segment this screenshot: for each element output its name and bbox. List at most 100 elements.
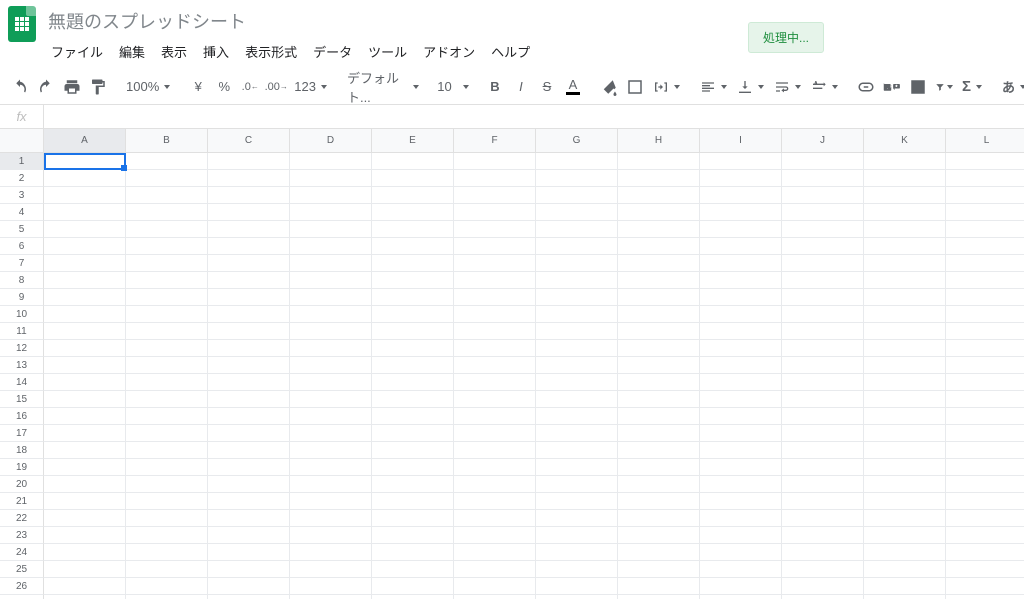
strikethrough-button[interactable]: S — [535, 74, 559, 100]
cell-G10[interactable] — [536, 306, 618, 323]
cell-E16[interactable] — [372, 408, 454, 425]
cell-E12[interactable] — [372, 340, 454, 357]
cell-H8[interactable] — [618, 272, 700, 289]
cell-F18[interactable] — [454, 442, 536, 459]
cell-G22[interactable] — [536, 510, 618, 527]
cell-F4[interactable] — [454, 204, 536, 221]
font-family-dropdown[interactable]: デフォルト... — [343, 74, 423, 100]
cell-J19[interactable] — [782, 459, 864, 476]
cell-F24[interactable] — [454, 544, 536, 561]
cell-A14[interactable] — [44, 374, 126, 391]
filter-button[interactable] — [932, 74, 956, 100]
cell-K16[interactable] — [864, 408, 946, 425]
cell-F21[interactable] — [454, 493, 536, 510]
column-header-F[interactable]: F — [454, 129, 536, 153]
cell-C12[interactable] — [208, 340, 290, 357]
cell-C20[interactable] — [208, 476, 290, 493]
more-formats-dropdown[interactable]: 123 — [290, 74, 331, 100]
font-size-dropdown[interactable]: 10 — [435, 74, 471, 100]
cell-L14[interactable] — [946, 374, 1024, 391]
cell-G15[interactable] — [536, 391, 618, 408]
cell-H27[interactable] — [618, 595, 700, 599]
cell-G11[interactable] — [536, 323, 618, 340]
cell-J8[interactable] — [782, 272, 864, 289]
cell-G20[interactable] — [536, 476, 618, 493]
cell-L4[interactable] — [946, 204, 1024, 221]
cell-I15[interactable] — [700, 391, 782, 408]
cell-L22[interactable] — [946, 510, 1024, 527]
cell-K19[interactable] — [864, 459, 946, 476]
cell-H1[interactable] — [618, 153, 700, 170]
cell-E25[interactable] — [372, 561, 454, 578]
row-header-13[interactable]: 13 — [0, 357, 44, 374]
cell-J11[interactable] — [782, 323, 864, 340]
cell-E17[interactable] — [372, 425, 454, 442]
cell-H11[interactable] — [618, 323, 700, 340]
cell-B14[interactable] — [126, 374, 208, 391]
cell-C25[interactable] — [208, 561, 290, 578]
cell-K20[interactable] — [864, 476, 946, 493]
insert-comment-button[interactable] — [880, 74, 904, 100]
cell-L1[interactable] — [946, 153, 1024, 170]
cell-D15[interactable] — [290, 391, 372, 408]
cell-G13[interactable] — [536, 357, 618, 374]
cell-H15[interactable] — [618, 391, 700, 408]
cell-I18[interactable] — [700, 442, 782, 459]
cell-G18[interactable] — [536, 442, 618, 459]
cell-C27[interactable] — [208, 595, 290, 599]
cell-L26[interactable] — [946, 578, 1024, 595]
cell-I23[interactable] — [700, 527, 782, 544]
cell-I19[interactable] — [700, 459, 782, 476]
cell-L11[interactable] — [946, 323, 1024, 340]
cell-L9[interactable] — [946, 289, 1024, 306]
menu-help[interactable]: ヘルプ — [484, 38, 537, 65]
cell-D17[interactable] — [290, 425, 372, 442]
column-header-A[interactable]: A — [44, 129, 126, 153]
cell-A12[interactable] — [44, 340, 126, 357]
cell-H26[interactable] — [618, 578, 700, 595]
cell-K8[interactable] — [864, 272, 946, 289]
cell-L13[interactable] — [946, 357, 1024, 374]
cell-L2[interactable] — [946, 170, 1024, 187]
cell-G12[interactable] — [536, 340, 618, 357]
cell-E22[interactable] — [372, 510, 454, 527]
text-rotation-dropdown[interactable] — [807, 74, 842, 100]
cell-J21[interactable] — [782, 493, 864, 510]
cell-G24[interactable] — [536, 544, 618, 561]
row-header-11[interactable]: 11 — [0, 323, 44, 340]
cell-K22[interactable] — [864, 510, 946, 527]
row-header-22[interactable]: 22 — [0, 510, 44, 527]
cell-C19[interactable] — [208, 459, 290, 476]
cell-I10[interactable] — [700, 306, 782, 323]
cell-F20[interactable] — [454, 476, 536, 493]
cell-L15[interactable] — [946, 391, 1024, 408]
cell-C15[interactable] — [208, 391, 290, 408]
cell-L5[interactable] — [946, 221, 1024, 238]
cell-I7[interactable] — [700, 255, 782, 272]
format-currency-button[interactable]: ¥ — [186, 74, 210, 100]
vertical-align-dropdown[interactable] — [733, 74, 768, 100]
cell-D16[interactable] — [290, 408, 372, 425]
cell-B19[interactable] — [126, 459, 208, 476]
column-header-E[interactable]: E — [372, 129, 454, 153]
cell-G9[interactable] — [536, 289, 618, 306]
cell-I6[interactable] — [700, 238, 782, 255]
cell-H5[interactable] — [618, 221, 700, 238]
cell-K13[interactable] — [864, 357, 946, 374]
cell-A20[interactable] — [44, 476, 126, 493]
cell-H9[interactable] — [618, 289, 700, 306]
cell-F9[interactable] — [454, 289, 536, 306]
cell-F10[interactable] — [454, 306, 536, 323]
cell-I1[interactable] — [700, 153, 782, 170]
text-wrap-dropdown[interactable] — [770, 74, 805, 100]
cell-E7[interactable] — [372, 255, 454, 272]
row-header-16[interactable]: 16 — [0, 408, 44, 425]
cell-E27[interactable] — [372, 595, 454, 599]
cell-H19[interactable] — [618, 459, 700, 476]
cell-E10[interactable] — [372, 306, 454, 323]
cell-E6[interactable] — [372, 238, 454, 255]
menu-data[interactable]: データ — [306, 38, 359, 65]
cell-A9[interactable] — [44, 289, 126, 306]
cell-C14[interactable] — [208, 374, 290, 391]
cell-D8[interactable] — [290, 272, 372, 289]
